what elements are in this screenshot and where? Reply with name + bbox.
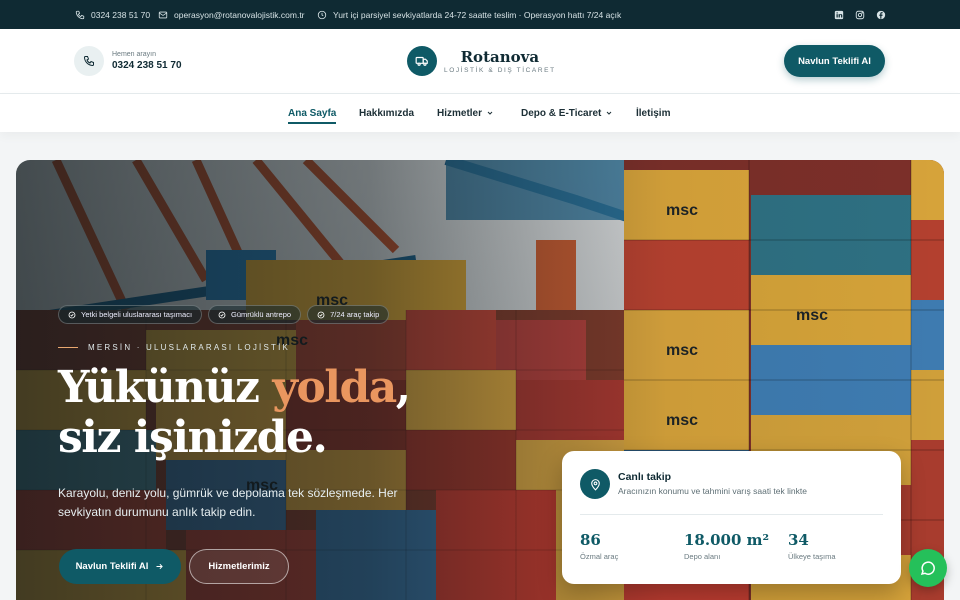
brand-tagline: LOJİSTİK & DIŞ TİCARET: [444, 67, 556, 74]
call-number: 0324 238 51 70: [112, 60, 182, 71]
nav-item-home[interactable]: Ana Sayfa: [288, 94, 337, 132]
facebook-icon[interactable]: [876, 10, 886, 20]
check-circle-icon: [317, 311, 325, 318]
check-circle-icon: [218, 311, 226, 318]
hero-eyebrow: MERSİN · ULUSLARARASI LOJİSTİK: [58, 343, 290, 352]
tracking-title: Canlı takip: [618, 471, 672, 483]
mail-icon: [158, 11, 168, 18]
card-divider: [580, 514, 883, 515]
stat-value: 18.000 m²: [684, 531, 770, 549]
nav-label: Depo & E-Ticaret: [521, 107, 602, 119]
title-part1: Yükünüz: [58, 362, 260, 413]
badge-bonded-warehouse: Gümrüklü antrepo: [208, 305, 302, 324]
live-tracking-card[interactable]: Canlı takip Aracınızın konumu ve tahmini…: [562, 451, 901, 584]
phone-icon: [83, 56, 94, 67]
title-line2: siz işinizde.: [58, 412, 328, 463]
button-label: Navlun Teklifi Al: [75, 561, 149, 572]
nav-item-warehouse[interactable]: Depo & E-Ticaret: [521, 94, 613, 132]
nav-label: Hakkımızda: [359, 107, 415, 119]
top-bar: 0324 238 51 70 operasyon@rotanovalojisti…: [0, 0, 960, 29]
title-accent: yolda: [272, 362, 397, 413]
badge-tracking: 7/24 araç takip: [307, 305, 390, 324]
nav-item-services[interactable]: Hizmetler: [437, 94, 494, 132]
chat-bubble-icon: [920, 561, 935, 576]
nav-item-about[interactable]: Hakkımızda: [359, 94, 414, 132]
location-pin-icon: [580, 469, 610, 499]
linkedin-icon[interactable]: [834, 10, 844, 20]
topbar-notice: Yurt içi parsiyel sevkiyatlarda 24-72 sa…: [317, 0, 621, 29]
arrow-right-icon: [156, 563, 164, 570]
call-label: Hemen arayın: [112, 51, 156, 58]
main-nav: Ana Sayfa Hakkımızda Hizmetler Depo & E-…: [0, 94, 960, 132]
brand-name: Rotanova: [460, 48, 540, 66]
nav-label: Hizmetler: [437, 107, 483, 119]
nav-label: İletişim: [636, 107, 671, 119]
badge-label: Gümrüklü antrepo: [231, 310, 292, 319]
brand-logo[interactable]: Rotanova LOJİSTİK & DIŞ TİCARET: [407, 46, 556, 76]
topbar-phone[interactable]: 0324 238 51 70: [75, 0, 150, 29]
stat-value: 86: [580, 531, 601, 549]
badge-licensed: Yetki belgeli uluslararası taşımacı: [58, 305, 203, 324]
call-icon-circle: [74, 46, 104, 76]
tracking-subtitle: Aracınızın konumu ve tahmini varış saati…: [618, 486, 807, 496]
topbar-email-text: operasyon@rotanovalojistik.com.tr: [174, 9, 305, 20]
stat-label: Depo alanı: [684, 552, 721, 561]
topbar-email[interactable]: operasyon@rotanovalojistik.com.tr: [158, 0, 305, 29]
topbar-phone-text: 0324 238 51 70: [91, 9, 151, 20]
hero-lead: Karayolu, deniz yolu, gümrük ve depolama…: [58, 486, 398, 519]
hero-services-button[interactable]: Hizmetlerimiz: [189, 549, 289, 584]
stat-warehouse-area: 18.000 m² Depo alanı: [684, 531, 769, 561]
phone-icon: [75, 10, 85, 19]
nav-label: Ana Sayfa: [288, 107, 337, 119]
whatsapp-button[interactable]: [909, 549, 947, 587]
badge-label: 7/24 araç takip: [330, 310, 380, 319]
badge-label: Yetki belgeli uluslararası taşımacı: [81, 310, 193, 319]
chevron-down-icon: [607, 111, 612, 115]
topbar-notice-text: Yurt içi parsiyel sevkiyatlarda 24-72 sa…: [333, 9, 622, 20]
stat-label: Özmal araç: [580, 552, 619, 561]
stat-value: 34: [788, 531, 809, 549]
site-header: Hemen arayın 0324 238 51 70 Rotanova LOJ…: [0, 29, 960, 94]
nav-item-contact[interactable]: İletişim: [636, 94, 670, 132]
eyebrow-text: MERSİN · ULUSLARARASI LOJİSTİK: [88, 343, 291, 352]
call-block[interactable]: Hemen arayın 0324 238 51 70: [74, 46, 182, 76]
social-links: [834, 0, 886, 29]
hero-quote-button[interactable]: Navlun Teklifi Al: [59, 549, 181, 584]
chevron-down-icon: [487, 111, 493, 115]
stat-vehicles: 86 Özmal araç: [580, 531, 618, 561]
stat-label: Ülkeye taşıma: [788, 552, 836, 561]
stat-countries: 34 Ülkeye taşıma: [788, 531, 836, 561]
instagram-icon[interactable]: [855, 10, 865, 20]
eyebrow-line: [58, 347, 78, 348]
title-comma: ,: [395, 362, 411, 413]
truck-icon: [407, 46, 437, 76]
check-circle-icon: [68, 311, 76, 318]
hero-title: Yükünüz yolda, siz işinizde.: [58, 362, 411, 463]
feature-badges: Yetki belgeli uluslararası taşımacı Gümr…: [58, 305, 390, 324]
clock-icon: [317, 10, 327, 19]
quote-button[interactable]: Navlun Teklifi Al: [784, 45, 885, 77]
